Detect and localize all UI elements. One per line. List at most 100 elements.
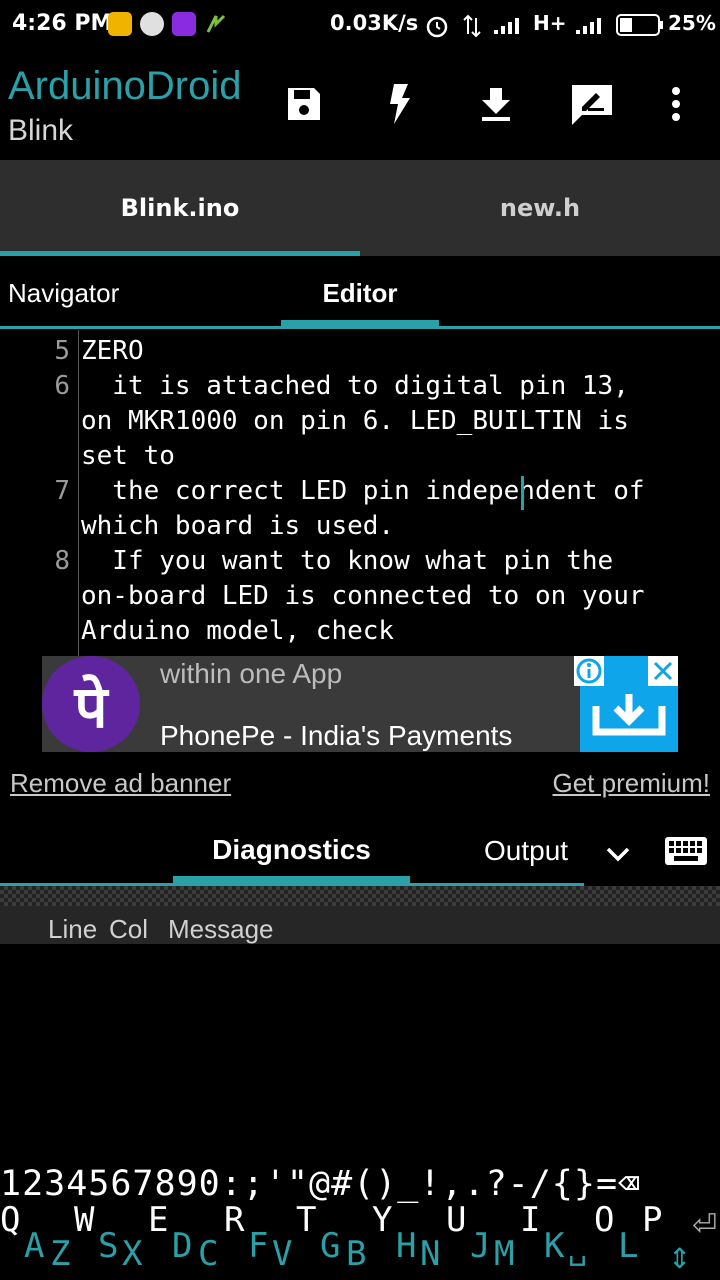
symbols-row[interactable]: 1234567890:;'"@#()_!,.?-/{}=⌫ — [0, 1164, 640, 1204]
save-icon — [288, 88, 320, 120]
battery-percent: 25% — [668, 11, 716, 35]
tab-label: Blink.ino — [120, 194, 240, 222]
tab-label: new.h — [499, 194, 581, 222]
enter-icon[interactable]: ⏎ — [692, 1208, 717, 1243]
tab-new-h[interactable]: new.h — [360, 160, 720, 256]
soft-keyboard: 1234567890:;'"@#()_!,.?-/{}=⌫ Q A W S E … — [0, 1160, 720, 1280]
shift-icon[interactable]: ⇕ — [668, 1242, 691, 1275]
key-i-k[interactable]: I K — [520, 1200, 572, 1280]
key-upper: T — [296, 1200, 317, 1240]
key-e-d[interactable]: E D — [148, 1200, 200, 1280]
save-button[interactable] — [280, 80, 328, 128]
key-lower: G — [320, 1226, 341, 1266]
phonepe-logo: पे — [42, 656, 140, 752]
active-tab-indicator — [281, 320, 439, 329]
key-upper: E — [148, 1200, 169, 1240]
remove-ad-link[interactable]: Remove ad banner — [10, 768, 231, 799]
line-number: 7 — [54, 476, 70, 506]
key-upper: W — [74, 1200, 95, 1240]
app-grid-icon — [108, 12, 132, 36]
get-premium-link[interactable]: Get premium! — [553, 768, 711, 799]
app-title: ArduinoDroid — [8, 64, 242, 108]
code-line-wrap: on MKR1000 on pin 6. LED_BUILTIN is — [81, 406, 629, 436]
code-line-wrap: on-board LED is connected to on your — [81, 581, 645, 611]
diagnostics-table-header: Line Col Message — [0, 906, 720, 944]
space-icon[interactable]: ␣ — [568, 1232, 587, 1267]
key-w-s[interactable]: W S — [74, 1200, 126, 1280]
key-c[interactable]: C — [198, 1234, 218, 1274]
key-upper: Y — [372, 1200, 393, 1240]
edit-icon — [572, 85, 612, 125]
tab-output[interactable]: Output — [484, 835, 568, 867]
key-u-j[interactable]: U J — [446, 1200, 498, 1280]
signal-icon — [492, 14, 526, 40]
key-upper: I — [520, 1200, 541, 1240]
key-m[interactable]: M — [494, 1234, 514, 1274]
key-upper: Q — [0, 1200, 21, 1240]
edit-button[interactable] — [568, 80, 616, 128]
code-line-wrap: Arduino model, check — [81, 616, 395, 646]
key-z[interactable]: Z — [50, 1234, 70, 1274]
gutter-divider — [78, 330, 79, 656]
keyboard-icon[interactable] — [664, 836, 708, 870]
key-lower: L — [618, 1226, 639, 1266]
key-r-f[interactable]: R F — [224, 1200, 276, 1280]
column-header-col: Col — [109, 914, 149, 944]
more-options-button[interactable] — [652, 80, 700, 128]
line-number: 6 — [54, 371, 70, 401]
code-line: it is attached to digital pin 13, — [81, 371, 629, 401]
ad-close-icon[interactable] — [648, 656, 678, 686]
key-x[interactable]: X — [122, 1234, 142, 1274]
download-button[interactable] — [472, 80, 520, 128]
key-t-g[interactable]: T G — [296, 1200, 348, 1280]
status-time: 4:26 PM — [12, 11, 113, 36]
data-transfer-icon — [462, 14, 482, 42]
sync-icon — [204, 12, 228, 36]
key-lower: A — [24, 1226, 45, 1266]
key-lower: D — [172, 1226, 193, 1266]
chrome-icon — [140, 12, 164, 36]
battery-icon — [616, 13, 664, 41]
key-lower: H — [396, 1226, 417, 1266]
code-line: If you want to know what pin the — [81, 546, 614, 576]
key-q-a[interactable]: Q A — [0, 1200, 52, 1280]
file-tabs: Blink.ino new.h — [0, 160, 720, 256]
key-lower: K — [544, 1226, 565, 1266]
key-upper: P — [642, 1200, 663, 1240]
flash-icon — [390, 84, 410, 124]
more-vert-icon — [672, 87, 680, 121]
key-v[interactable]: V — [272, 1234, 292, 1274]
tab-navigator[interactable]: Navigator — [8, 278, 119, 309]
app-bar: ArduinoDroid Blink — [0, 50, 720, 160]
key-upper: O — [594, 1200, 615, 1240]
code-line-wrap: which board is used. — [81, 511, 395, 541]
code-editor[interactable]: 5 ZERO 6 it is attached to digital pin 1… — [0, 330, 720, 656]
view-tabs: Navigator Editor — [0, 256, 720, 330]
tab-blink-ino[interactable]: Blink.ino — [0, 160, 360, 256]
chevron-down-icon[interactable] — [604, 840, 632, 872]
key-lower: F — [248, 1226, 269, 1266]
tab-diagnostics[interactable]: Diagnostics — [173, 834, 410, 866]
status-bar: 4:26 PM 0.03K/s H+ 25% — [0, 0, 720, 50]
ad-text-line1: within one App — [160, 658, 343, 689]
text-cursor — [521, 476, 524, 510]
alarm-icon — [424, 14, 450, 42]
download-icon — [482, 88, 510, 121]
column-header-message: Message — [168, 914, 274, 944]
line-number: 8 — [54, 546, 70, 576]
key-n[interactable]: N — [420, 1234, 440, 1274]
key-o-l[interactable]: O L — [594, 1200, 646, 1280]
ad-text-line2: PhonePe - India's Payments — [160, 720, 513, 751]
code-line-wrap: set to — [81, 441, 175, 471]
upload-flash-button[interactable] — [376, 80, 424, 128]
key-lower: J — [470, 1226, 491, 1266]
ad-info-icon[interactable] — [574, 656, 604, 686]
key-b[interactable]: B — [346, 1234, 366, 1274]
resize-handle[interactable] — [0, 886, 720, 906]
key-y-h[interactable]: Y H — [372, 1200, 424, 1280]
code-line: the correct LED pin independent of — [81, 476, 645, 506]
line-number: 5 — [54, 336, 70, 366]
code-line: ZERO — [81, 336, 144, 366]
active-tab-indicator — [173, 876, 410, 886]
tab-editor[interactable]: Editor — [281, 278, 439, 309]
